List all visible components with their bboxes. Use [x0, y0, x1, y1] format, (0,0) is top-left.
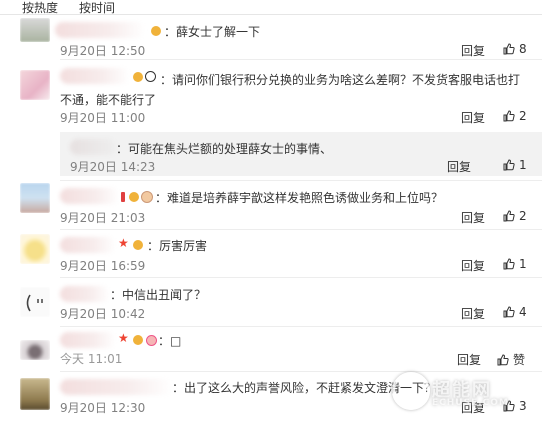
comment-time: 9月20日 14:23 — [70, 160, 156, 174]
like-button[interactable]: 2 — [503, 109, 527, 125]
thumb-up-icon — [503, 159, 515, 174]
username[interactable] — [60, 237, 116, 253]
panda-badge-icon — [145, 71, 156, 82]
username[interactable] — [55, 22, 145, 38]
vip-badge-icon — [133, 72, 143, 82]
comment-time: 9月20日 21:03 — [60, 211, 146, 225]
watermark-subtext: ECHUSE.COM — [432, 398, 509, 408]
like-button[interactable]: 1 — [503, 257, 527, 273]
username[interactable] — [60, 188, 120, 204]
vip-badge-icon — [121, 192, 125, 202]
thumb-up-icon — [503, 110, 515, 125]
avatar[interactable] — [20, 340, 50, 360]
divider — [60, 59, 542, 60]
avatar[interactable] — [20, 378, 50, 410]
thumb-up-icon — [503, 306, 515, 321]
divider — [60, 180, 542, 181]
reply-button[interactable]: 回复 — [461, 209, 485, 226]
like-count: 2 — [519, 109, 527, 123]
like-button[interactable]: 2 — [503, 209, 527, 225]
username[interactable] — [60, 379, 172, 395]
username[interactable] — [60, 68, 130, 84]
sub-reply-box: ：可能在焦头烂额的处理薛女士的事情、 9月20日 14:23 回复 1 — [60, 132, 542, 176]
like-count: 1 — [519, 257, 527, 271]
vip-badge-icon — [133, 240, 143, 250]
comment-text-line2: 不通，能不能行了 — [60, 93, 157, 107]
thumb-up-icon — [503, 43, 515, 58]
watermark-logo-icon — [392, 372, 430, 410]
like-button[interactable]: 1 — [503, 158, 527, 174]
vip-badge-icon — [133, 335, 143, 345]
like-count: 1 — [519, 158, 527, 172]
reply-button[interactable]: 回复 — [461, 305, 485, 322]
comment-text: ：可能在焦头烂额的处理薛女士的事情、 — [116, 142, 333, 156]
divider — [60, 229, 542, 230]
comment-text: ：难道是培养薛宇歆这样发艳照色诱做业务和上位吗？ — [155, 191, 444, 205]
username[interactable] — [70, 139, 116, 155]
like-count: 8 — [519, 42, 527, 56]
watermark: 超能网 ECHUSE.COM — [392, 354, 542, 423]
like-count: 4 — [519, 305, 527, 319]
tab-sort-by-time[interactable]: 按时间 — [79, 0, 115, 16]
avatar[interactable] — [20, 234, 50, 264]
reply-button[interactable]: 回复 — [461, 257, 485, 274]
comment-text: ：中信出丑闻了？ — [110, 288, 207, 302]
comment-time: 9月20日 16:59 — [60, 259, 146, 273]
divider — [60, 277, 542, 278]
reply-button[interactable]: 回复 — [447, 158, 471, 175]
avatar[interactable] — [20, 287, 50, 317]
reply-button[interactable]: 回复 — [461, 109, 485, 126]
divider — [60, 326, 542, 327]
reply-button[interactable]: 回复 — [461, 42, 485, 59]
comment-text: ：厉害厉害 — [147, 239, 208, 253]
comment-time: 9月20日 10:42 — [60, 307, 146, 321]
username[interactable] — [60, 286, 110, 302]
comment-time: 9月20日 12:30 — [60, 401, 146, 415]
comment-text: ：请问你们银行积分兑换的业务为啥这么差啊？不发货客服电话也打 — [160, 73, 521, 87]
vip-badge-icon — [151, 26, 161, 36]
like-button[interactable]: 8 — [503, 42, 527, 58]
username[interactable] — [60, 332, 116, 348]
pig-badge-icon — [146, 335, 157, 346]
avatar[interactable] — [20, 18, 50, 42]
tab-sort-by-hot[interactable]: 按热度 — [22, 0, 58, 16]
vip-badge-icon — [129, 192, 139, 202]
comment-time: 9月20日 12:50 — [60, 44, 146, 58]
like-button[interactable]: 4 — [503, 305, 527, 321]
avatar[interactable] — [20, 70, 50, 100]
thumb-up-icon — [503, 210, 515, 225]
comment-time: 今天 11:01 — [60, 352, 123, 366]
avatar[interactable] — [20, 183, 50, 213]
like-count: 2 — [519, 209, 527, 223]
comment-text: ：薛女士了解一下 — [164, 25, 261, 39]
comment-text: ：□ — [158, 334, 182, 348]
sort-tabs: 按热度 按时间 — [0, 0, 542, 15]
emoji-badge-icon — [141, 191, 153, 203]
comment-time: 9月20日 11:00 — [60, 111, 146, 125]
thumb-up-icon — [503, 258, 515, 273]
